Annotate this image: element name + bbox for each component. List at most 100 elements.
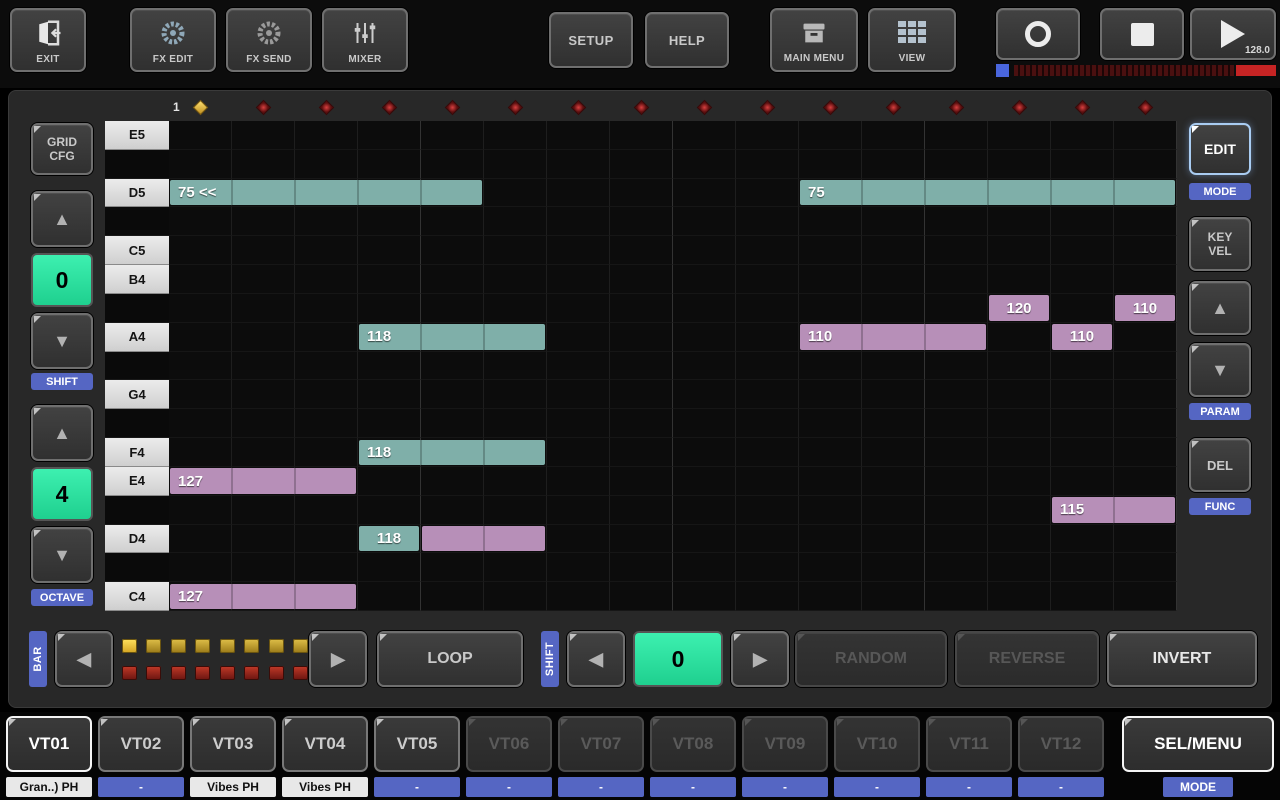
grid-cell[interactable] bbox=[862, 294, 925, 323]
grid-cell[interactable] bbox=[484, 582, 547, 611]
grid-cell[interactable] bbox=[547, 409, 610, 438]
grid-cell[interactable] bbox=[169, 265, 232, 294]
bar-next-button[interactable]: ▶ bbox=[309, 631, 367, 687]
grid-cell[interactable] bbox=[610, 121, 673, 150]
grid-cell[interactable] bbox=[232, 409, 295, 438]
grid-cell[interactable] bbox=[925, 352, 988, 381]
track-tab-vt03[interactable]: VT03 bbox=[190, 716, 276, 772]
grid-cell[interactable] bbox=[673, 121, 736, 150]
grid-cell[interactable] bbox=[988, 582, 1051, 611]
step-marker-icon[interactable] bbox=[760, 99, 776, 115]
grid-cell[interactable] bbox=[484, 496, 547, 525]
random-button[interactable]: RANDOM bbox=[795, 631, 947, 687]
grid-cell[interactable] bbox=[799, 207, 862, 236]
grid-cell[interactable] bbox=[484, 236, 547, 265]
grid-cell[interactable] bbox=[736, 380, 799, 409]
grid-cell[interactable] bbox=[988, 467, 1051, 496]
help-button[interactable]: HELP bbox=[645, 12, 729, 68]
track-tab-vt04[interactable]: VT04 bbox=[282, 716, 368, 772]
grid-cell[interactable] bbox=[799, 409, 862, 438]
grid-cell[interactable] bbox=[1114, 121, 1177, 150]
bar-indicator-icon[interactable] bbox=[293, 639, 308, 653]
grid-cell[interactable] bbox=[988, 236, 1051, 265]
grid-cell[interactable] bbox=[673, 150, 736, 179]
grid-cell[interactable] bbox=[673, 236, 736, 265]
grid-cell[interactable] bbox=[862, 496, 925, 525]
grid-cell[interactable] bbox=[673, 409, 736, 438]
grid-cell[interactable] bbox=[988, 150, 1051, 179]
grid-cell[interactable] bbox=[1114, 438, 1177, 467]
track-tab-vt09[interactable]: VT09 bbox=[742, 716, 828, 772]
shift-down-button[interactable]: ▼ bbox=[31, 313, 93, 369]
grid-cell[interactable] bbox=[484, 352, 547, 381]
grid-cell[interactable] bbox=[421, 409, 484, 438]
grid-cell[interactable] bbox=[736, 323, 799, 352]
grid-cell[interactable] bbox=[925, 438, 988, 467]
step-marker-icon[interactable] bbox=[256, 99, 272, 115]
grid-cell[interactable] bbox=[988, 265, 1051, 294]
note-cell[interactable]: 118 bbox=[359, 526, 419, 551]
grid-cell[interactable] bbox=[1051, 438, 1114, 467]
invert-button[interactable]: INVERT bbox=[1107, 631, 1257, 687]
grid-cell[interactable] bbox=[610, 179, 673, 208]
grid-cell[interactable] bbox=[358, 553, 421, 582]
grid-cell[interactable] bbox=[547, 380, 610, 409]
grid-cell[interactable] bbox=[862, 553, 925, 582]
grid-cell[interactable] bbox=[925, 207, 988, 236]
grid-cell[interactable] bbox=[421, 496, 484, 525]
note-cell[interactable] bbox=[422, 526, 545, 551]
grid-cell[interactable] bbox=[358, 409, 421, 438]
grid-cell[interactable] bbox=[925, 582, 988, 611]
grid-cell[interactable] bbox=[1051, 380, 1114, 409]
grid-cell[interactable] bbox=[1051, 294, 1114, 323]
grid-cell[interactable] bbox=[232, 236, 295, 265]
grid-cell[interactable] bbox=[799, 553, 862, 582]
grid-cell[interactable] bbox=[547, 582, 610, 611]
grid-cell[interactable] bbox=[799, 294, 862, 323]
grid-cell[interactable] bbox=[421, 582, 484, 611]
grid-cell[interactable] bbox=[232, 207, 295, 236]
grid-cell[interactable] bbox=[925, 496, 988, 525]
grid-cell[interactable] bbox=[736, 265, 799, 294]
step-marker-icon[interactable] bbox=[1012, 99, 1028, 115]
mixer-button[interactable]: MIXER bbox=[322, 8, 408, 72]
grid-cell[interactable] bbox=[673, 553, 736, 582]
grid-cell[interactable] bbox=[925, 150, 988, 179]
grid-cell[interactable] bbox=[169, 294, 232, 323]
loop-button[interactable]: LOOP bbox=[377, 631, 523, 687]
grid-cell[interactable] bbox=[610, 467, 673, 496]
step-marker-icon[interactable] bbox=[1138, 99, 1154, 115]
grid-cell[interactable] bbox=[610, 380, 673, 409]
grid-cell[interactable] bbox=[358, 265, 421, 294]
grid-cell[interactable] bbox=[295, 496, 358, 525]
grid-cell[interactable] bbox=[862, 467, 925, 496]
grid-cell[interactable] bbox=[736, 150, 799, 179]
grid-cell[interactable] bbox=[484, 380, 547, 409]
grid-cell[interactable] bbox=[988, 323, 1051, 352]
grid-cell[interactable] bbox=[484, 265, 547, 294]
grid-cell[interactable] bbox=[484, 553, 547, 582]
octave-value-display[interactable]: 4 bbox=[31, 467, 93, 521]
grid-cell[interactable] bbox=[1051, 525, 1114, 554]
bar-indicator-icon[interactable] bbox=[269, 639, 284, 653]
grid-cell[interactable] bbox=[610, 438, 673, 467]
grid-cell[interactable] bbox=[547, 121, 610, 150]
track-tab-vt07[interactable]: VT07 bbox=[558, 716, 644, 772]
grid-cell[interactable] bbox=[1114, 582, 1177, 611]
grid-cell[interactable] bbox=[169, 496, 232, 525]
grid-cell[interactable] bbox=[673, 582, 736, 611]
grid-cell[interactable] bbox=[358, 352, 421, 381]
grid-cell[interactable] bbox=[673, 207, 736, 236]
grid-cell[interactable] bbox=[799, 582, 862, 611]
grid-cell[interactable] bbox=[547, 438, 610, 467]
grid-cell[interactable] bbox=[421, 352, 484, 381]
grid-cell[interactable] bbox=[799, 525, 862, 554]
grid-cell[interactable] bbox=[295, 150, 358, 179]
note-cell[interactable]: 118 bbox=[359, 440, 545, 465]
grid-cell[interactable] bbox=[925, 525, 988, 554]
grid-cell[interactable] bbox=[232, 294, 295, 323]
bar-indicator-icon[interactable] bbox=[269, 666, 284, 680]
step-marker-icon[interactable] bbox=[823, 99, 839, 115]
grid-cell[interactable] bbox=[547, 352, 610, 381]
shift-up-button[interactable]: ▲ bbox=[31, 191, 93, 247]
